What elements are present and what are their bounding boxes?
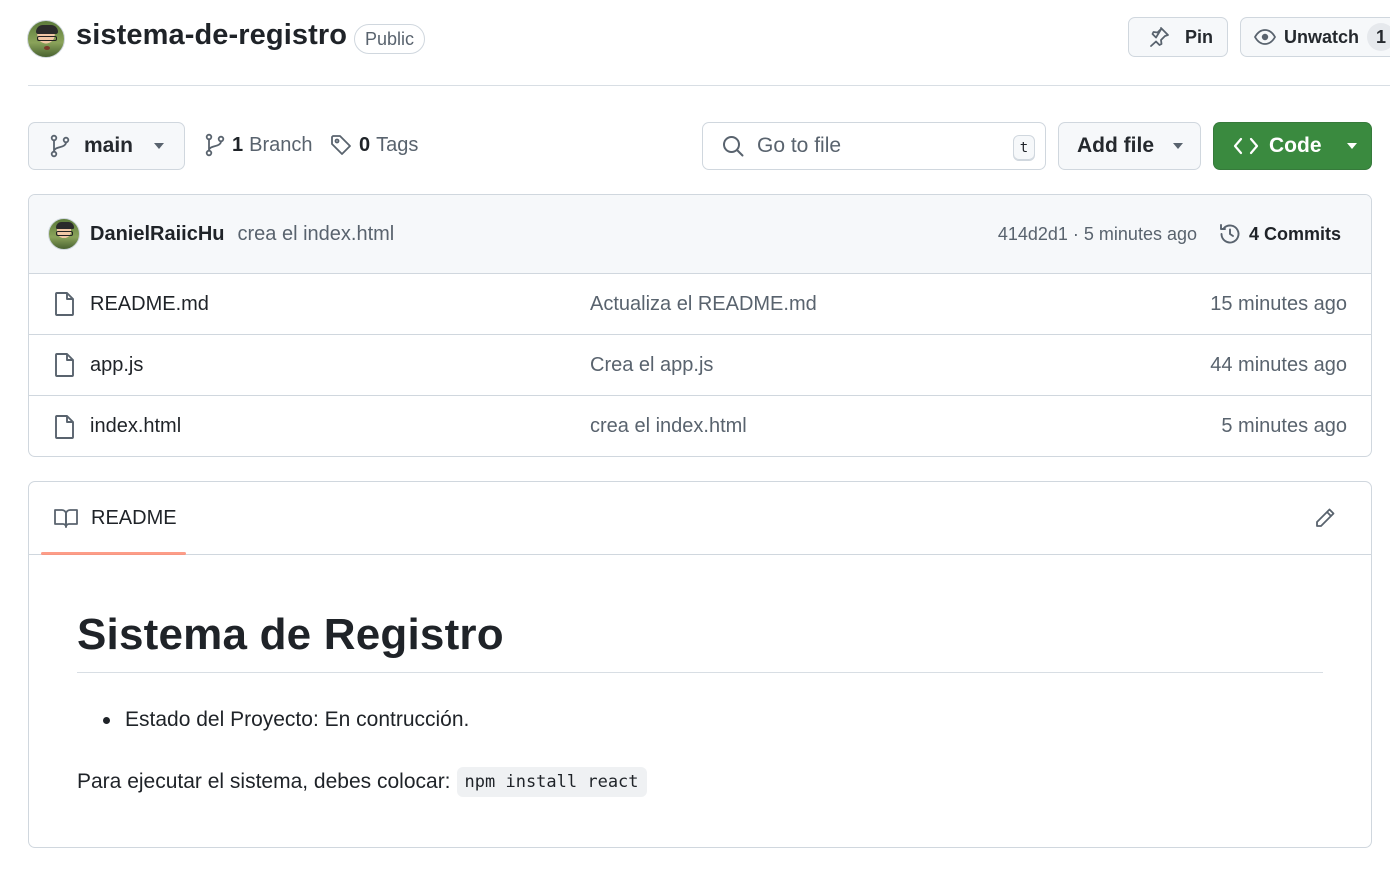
- tag-count: 0: [359, 133, 371, 156]
- commits-count: 4 Commits: [1248, 223, 1341, 244]
- readme-tab-label: README: [91, 506, 177, 529]
- pin-button[interactable]: Pin: [1128, 17, 1228, 57]
- branch-count: 1: [232, 133, 244, 156]
- readme-list-item: Estado del Proyecto: En contrucción.: [103, 708, 469, 732]
- book-icon: [53, 507, 79, 529]
- pencil-icon: [1313, 506, 1337, 530]
- branch-icon: [204, 133, 226, 157]
- commit-author[interactable]: DanielRaiicHu: [90, 223, 224, 246]
- add-file-label: Add file: [1077, 134, 1154, 157]
- file-row[interactable]: README.md Actualiza el README.md 15 minu…: [29, 274, 1371, 335]
- branch-name: main: [84, 134, 134, 157]
- visibility-badge: Public: [354, 24, 426, 54]
- owner-avatar[interactable]: [27, 20, 65, 58]
- tags-link[interactable]: 0 Tags: [329, 133, 418, 157]
- file-icon: [54, 414, 76, 440]
- file-table: DanielRaiicHu crea el index.html 414d2d1…: [28, 194, 1372, 457]
- file-commit-message[interactable]: Crea el app.js: [590, 354, 713, 377]
- tag-label: Tags: [376, 133, 419, 156]
- file-commit-age: 44 minutes ago: [1210, 353, 1347, 376]
- code-label: Code: [1269, 134, 1322, 157]
- active-tab-indicator: [41, 552, 186, 555]
- add-file-button[interactable]: Add file: [1058, 122, 1201, 170]
- readme-tab[interactable]: README: [41, 482, 186, 555]
- tag-icon: [329, 133, 353, 157]
- file-commit-age: 15 minutes ago: [1210, 292, 1347, 315]
- edit-readme-button[interactable]: [1313, 506, 1337, 530]
- watch-count: 1: [1367, 23, 1390, 51]
- header-divider: [28, 85, 1390, 86]
- search-icon: [721, 134, 745, 158]
- readme-header: README: [29, 482, 1371, 555]
- bullet: [103, 716, 110, 724]
- caret-down-icon: [1172, 142, 1184, 150]
- file-icon: [54, 291, 76, 317]
- file-commit-message[interactable]: crea el index.html: [590, 415, 747, 438]
- readme-paragraph: Para ejecutar el sistema, debes colocar:…: [77, 767, 647, 797]
- caret-down-icon: [153, 142, 165, 150]
- branch-label: Branch: [249, 133, 313, 156]
- commits-history-link[interactable]: 4 Commits: [1218, 222, 1341, 246]
- file-commit-age: 5 minutes ago: [1221, 415, 1347, 437]
- file-row[interactable]: index.html crea el index.html 5 minutes …: [29, 396, 1371, 456]
- search-placeholder: Go to file: [757, 134, 842, 157]
- list-item-text: Estado del Proyecto: En contrucción.: [125, 708, 470, 731]
- pin-icon: [1147, 25, 1171, 49]
- file-name[interactable]: README.md: [90, 293, 209, 316]
- readme-heading: Sistema de Registro: [77, 610, 1323, 673]
- caret-down-icon: [1346, 142, 1358, 150]
- branch-selector[interactable]: main: [28, 122, 185, 170]
- shortcut-key: t: [1013, 135, 1035, 161]
- file-name[interactable]: app.js: [90, 354, 143, 377]
- paragraph-text: Para ejecutar el sistema, debes colocar:: [77, 770, 451, 793]
- history-icon: [1218, 222, 1242, 246]
- file-icon: [54, 352, 76, 378]
- inline-code: npm install react: [456, 767, 647, 797]
- commit-hash-time[interactable]: 414d2d1 · 5 minutes ago: [998, 224, 1197, 245]
- eye-icon: [1253, 25, 1277, 49]
- readme-panel: README Sistema de Registro Estado del Pr…: [28, 481, 1372, 848]
- branches-link[interactable]: 1 Branch: [204, 133, 313, 157]
- file-name[interactable]: index.html: [90, 415, 181, 438]
- file-commit-message[interactable]: Actualiza el README.md: [590, 293, 817, 316]
- code-button[interactable]: Code: [1213, 122, 1372, 170]
- unwatch-label: Unwatch: [1284, 26, 1360, 47]
- pin-label: Pin: [1185, 26, 1214, 47]
- go-to-file-input[interactable]: Go to file t: [702, 122, 1046, 170]
- file-row[interactable]: app.js Crea el app.js 44 minutes ago: [29, 335, 1371, 396]
- latest-commit-bar: DanielRaiicHu crea el index.html 414d2d1…: [29, 195, 1371, 274]
- branch-icon: [49, 134, 71, 158]
- code-icon: [1233, 135, 1259, 157]
- commit-message[interactable]: crea el index.html: [237, 223, 394, 246]
- unwatch-button[interactable]: Unwatch 1: [1240, 17, 1390, 57]
- repo-title[interactable]: sistema-de-registro: [76, 19, 347, 52]
- author-avatar[interactable]: [48, 218, 80, 250]
